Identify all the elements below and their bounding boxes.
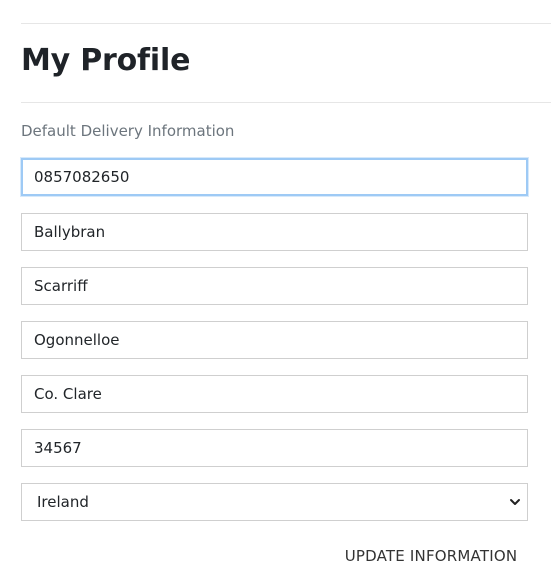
delivery-section-label: Default Delivery Information xyxy=(21,122,235,140)
street-address-2-input[interactable] xyxy=(21,267,528,305)
county-input[interactable] xyxy=(21,375,528,413)
street-address-1-input[interactable] xyxy=(21,213,528,251)
profile-page: My Profile Default Delivery Information … xyxy=(0,0,551,584)
postcode-input[interactable] xyxy=(21,429,528,467)
phone-number-input[interactable] xyxy=(21,158,528,196)
town-city-input[interactable] xyxy=(21,321,528,359)
update-information-button[interactable]: UPDATE INFORMATION xyxy=(340,542,522,570)
top-divider xyxy=(21,23,551,24)
title-divider xyxy=(21,102,551,103)
country-select-value: Ireland xyxy=(37,493,89,511)
page-title: My Profile xyxy=(21,43,191,78)
country-select[interactable]: Ireland xyxy=(21,483,528,521)
chevron-down-icon xyxy=(510,499,520,505)
